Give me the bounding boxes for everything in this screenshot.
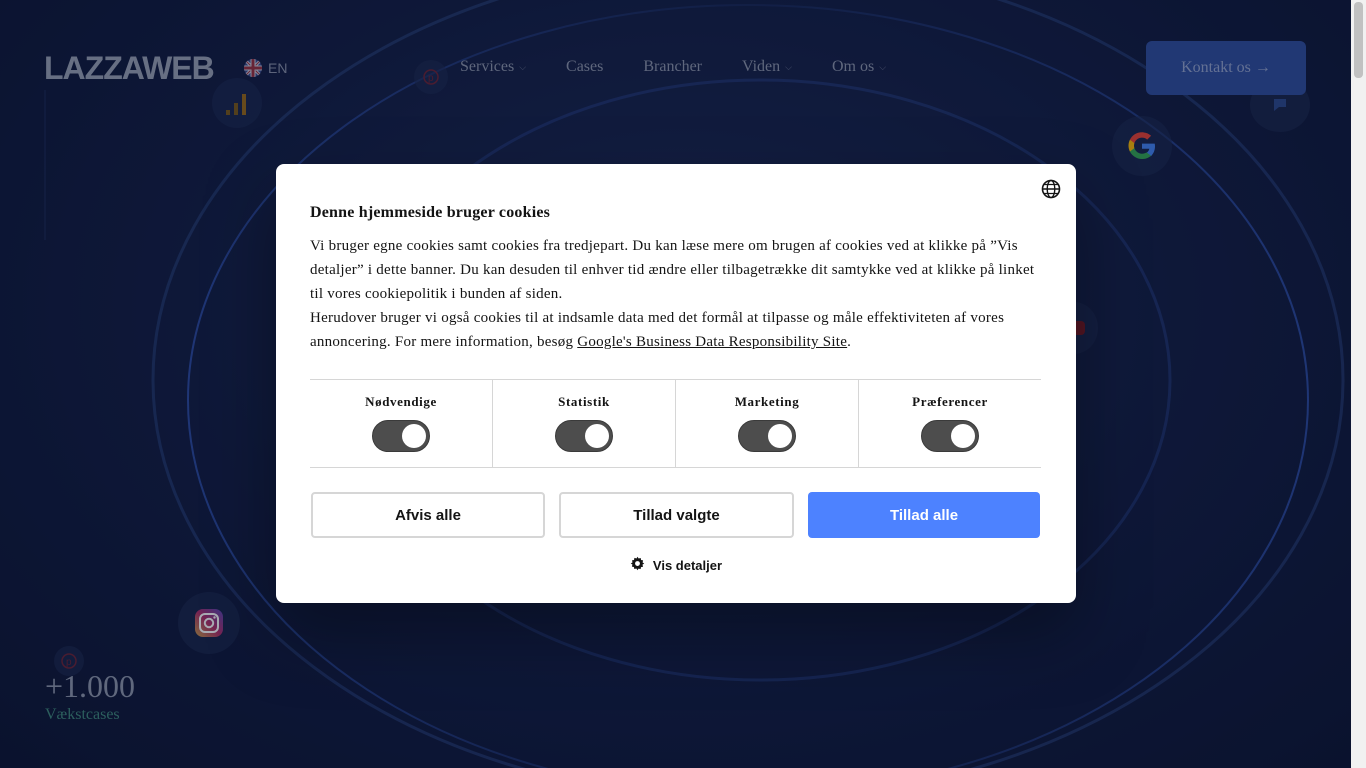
toggle-statistics[interactable] (555, 420, 613, 452)
category-label: Statistik (558, 394, 610, 409)
cookie-text: . (847, 334, 852, 350)
scrollbar-thumb[interactable] (1354, 2, 1363, 78)
globe-icon[interactable] (1041, 179, 1061, 199)
category-label: Marketing (734, 394, 800, 409)
category-label: Præferencer (912, 394, 988, 409)
scrollbar-track[interactable] (1351, 0, 1366, 768)
toggle-necessary[interactable] (372, 420, 430, 452)
toggle-knob (585, 424, 609, 448)
toggle-knob (951, 424, 975, 448)
toggle-marketing[interactable] (738, 420, 796, 452)
cookie-dialog-body: Vi bruger egne cookies samt cookies fra … (310, 234, 1040, 354)
cookie-text-paragraph: Herudover bruger vi også cookies til at … (310, 306, 1040, 354)
show-details-link[interactable]: Vis detaljer (276, 556, 1076, 574)
category-preferences: Præferencer (859, 380, 1041, 467)
gear-icon (630, 556, 645, 574)
cookie-categories: Nødvendige Statistik Marketing Præferenc… (310, 379, 1041, 468)
show-details-label: Vis detaljer (652, 557, 723, 573)
google-responsibility-link[interactable]: Google's Business Data Responsibility Si… (577, 334, 847, 350)
category-statistics: Statistik (493, 380, 676, 467)
toggle-preferences[interactable] (921, 420, 979, 452)
toggle-knob (768, 424, 792, 448)
cookie-dialog-title: Denne hjemmeside bruger cookies (310, 204, 551, 221)
category-label: Nødvendige (365, 394, 437, 409)
reject-all-button[interactable]: Afvis alle (311, 492, 545, 538)
category-marketing: Marketing (676, 380, 859, 467)
cookie-dialog: Denne hjemmeside bruger cookies Vi bruge… (276, 164, 1076, 603)
cookie-text-paragraph: Vi bruger egne cookies samt cookies fra … (310, 238, 1035, 302)
toggle-knob (402, 424, 426, 448)
category-necessary: Nødvendige (310, 380, 493, 467)
allow-all-button[interactable]: Tillad alle (808, 492, 1040, 538)
allow-selected-button[interactable]: Tillad valgte (559, 492, 794, 538)
